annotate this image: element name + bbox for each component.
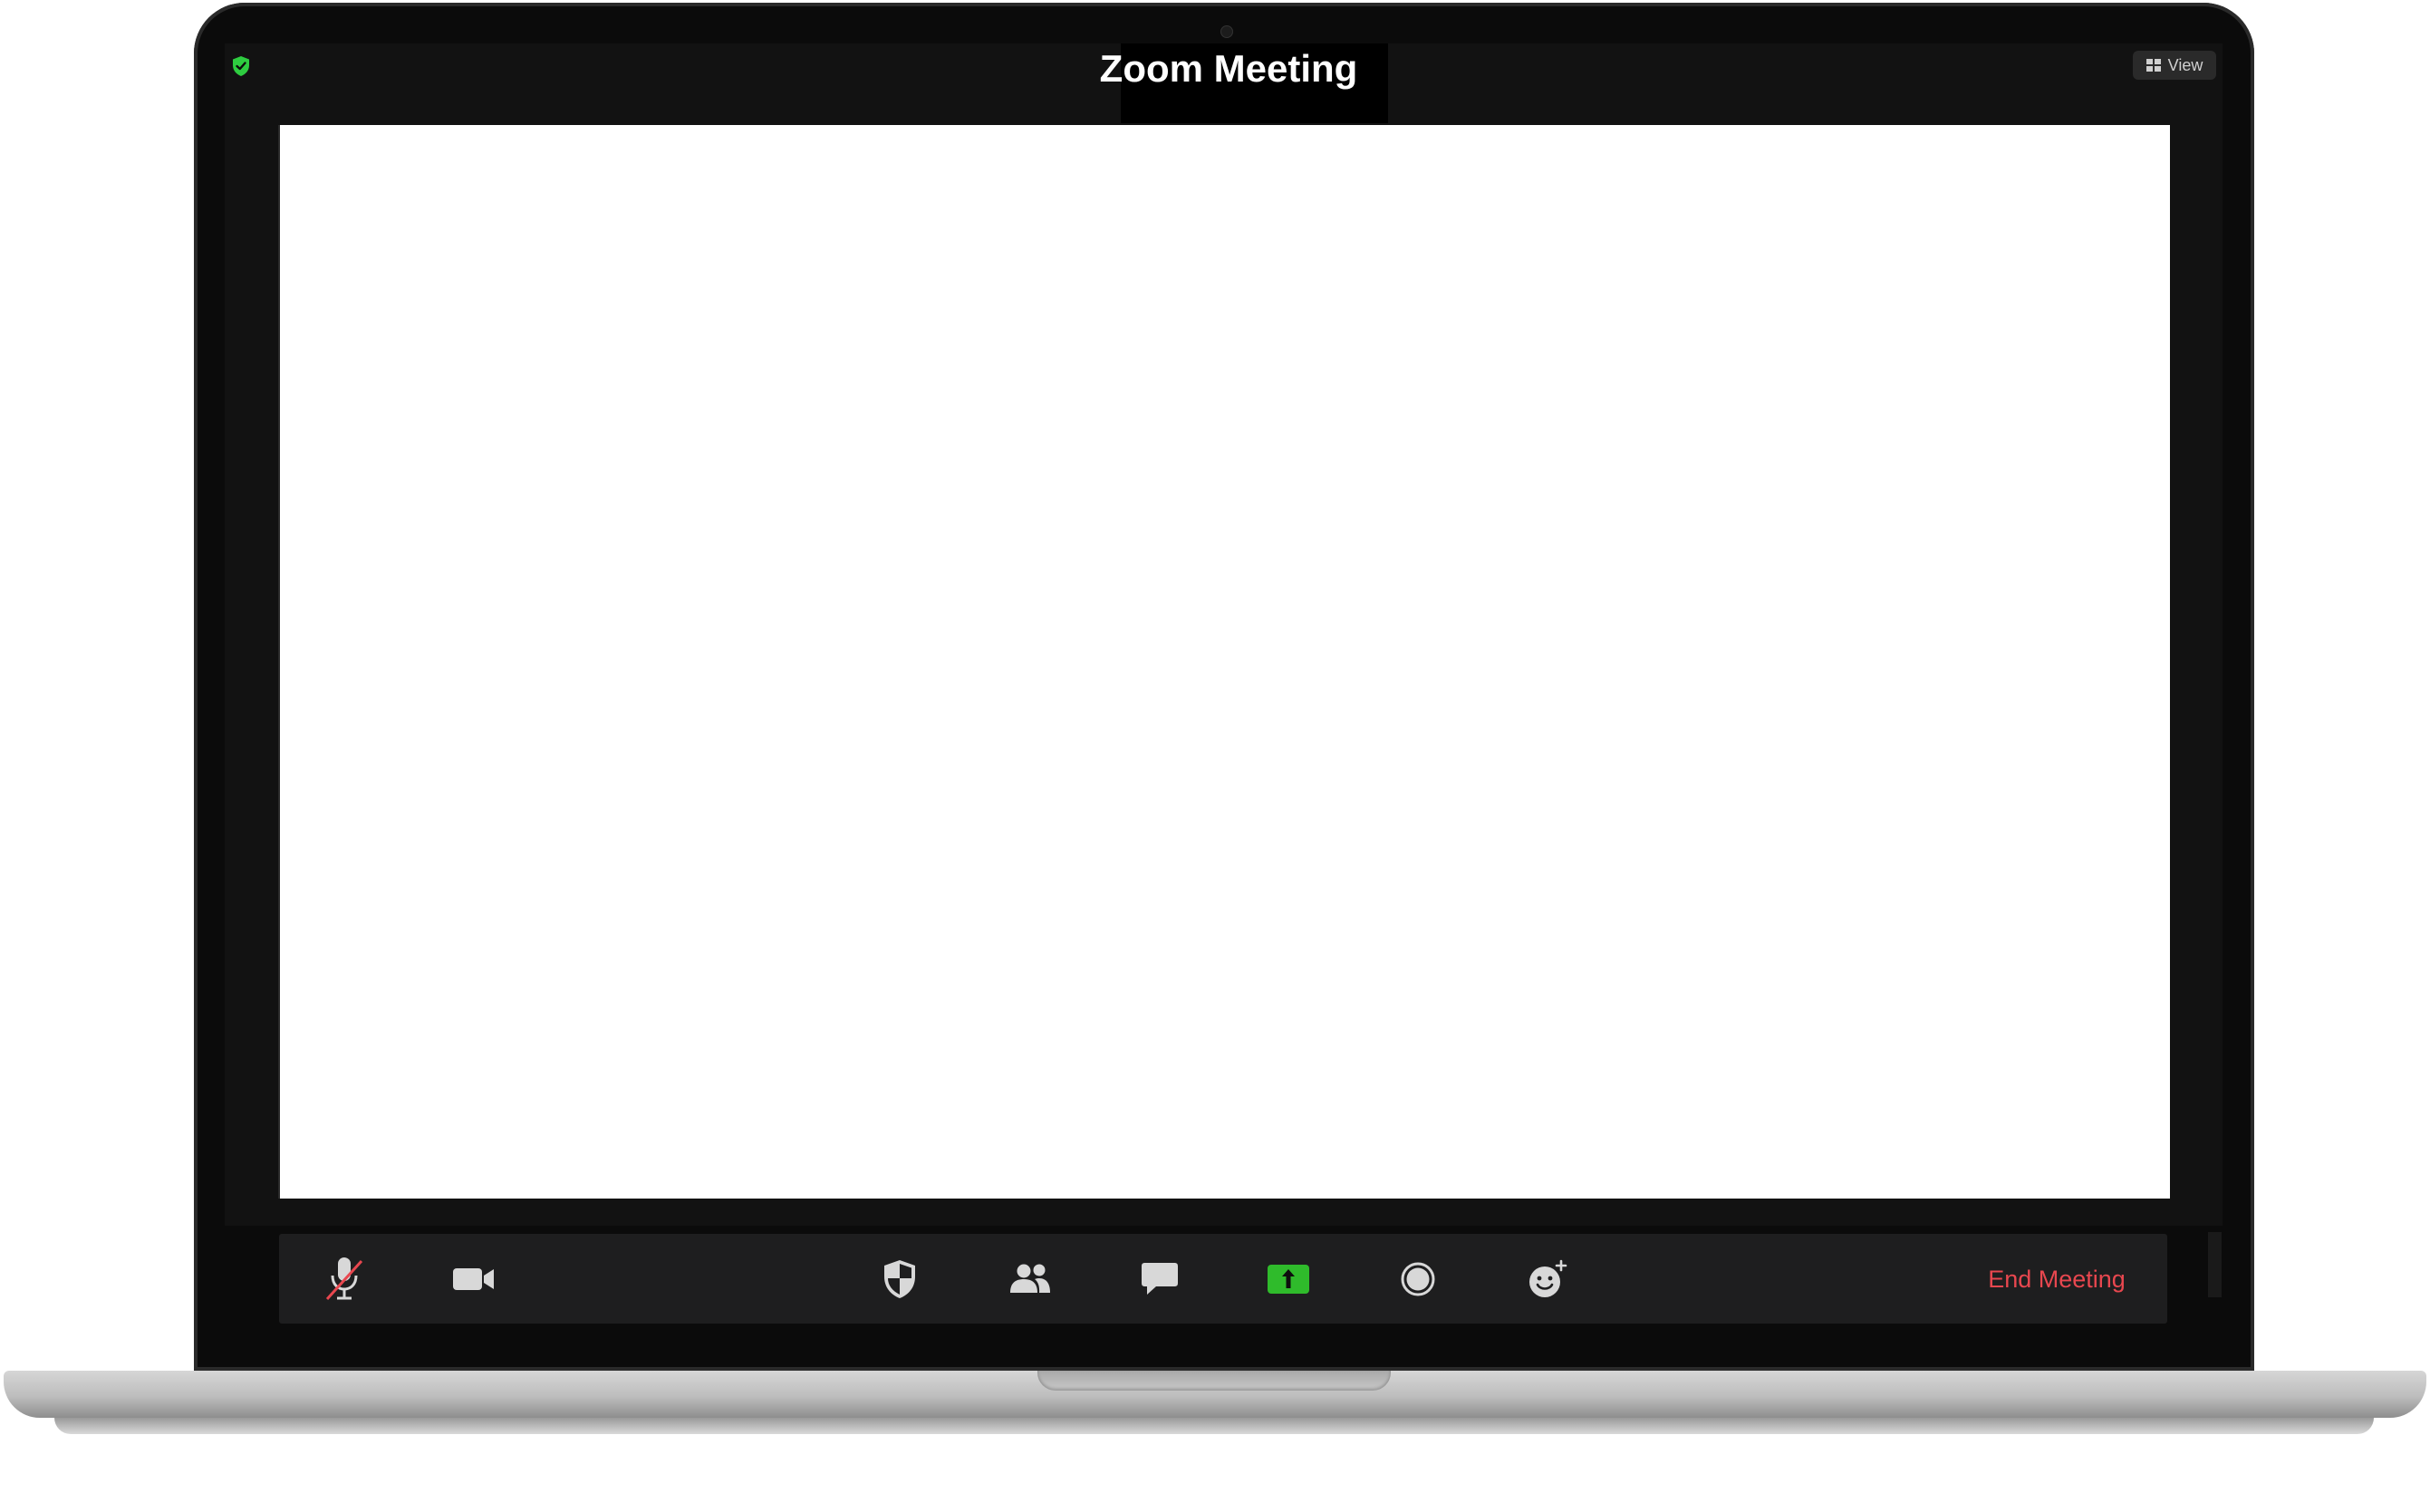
record-icon bbox=[1401, 1262, 1435, 1296]
microphone-muted-icon bbox=[325, 1257, 363, 1301]
grid-view-icon bbox=[2146, 59, 2161, 72]
toolbar-edge bbox=[2208, 1232, 2222, 1297]
view-button-label: View bbox=[2167, 55, 2203, 74]
video-camera-icon bbox=[453, 1268, 494, 1290]
reactions-button[interactable] bbox=[1520, 1252, 1575, 1306]
share-screen-button[interactable] bbox=[1261, 1252, 1316, 1306]
mute-button[interactable] bbox=[317, 1252, 371, 1306]
shield-icon bbox=[884, 1260, 915, 1298]
webcam-dot bbox=[1220, 25, 1233, 38]
share-arrow-icon bbox=[1268, 1265, 1309, 1294]
people-icon bbox=[1010, 1264, 1050, 1293]
laptop-base-lip bbox=[54, 1418, 2374, 1434]
laptop-opening-notch bbox=[1037, 1371, 1391, 1391]
record-button[interactable] bbox=[1391, 1252, 1445, 1306]
end-meeting-button[interactable]: End Meeting bbox=[1975, 1259, 2138, 1299]
encryption-shield-icon[interactable] bbox=[231, 55, 251, 77]
view-button[interactable]: View bbox=[2133, 51, 2216, 80]
meeting-title: Zoom Meeting bbox=[1099, 47, 1358, 90]
security-button[interactable] bbox=[873, 1252, 927, 1306]
chat-bubble-icon bbox=[1142, 1263, 1178, 1295]
video-area bbox=[278, 125, 2170, 1199]
chat-button[interactable] bbox=[1133, 1252, 1187, 1306]
participants-button[interactable] bbox=[1003, 1252, 1057, 1306]
meeting-toolbar bbox=[279, 1234, 2167, 1324]
video-button[interactable] bbox=[447, 1252, 501, 1306]
smiley-plus-icon bbox=[1529, 1259, 1567, 1297]
